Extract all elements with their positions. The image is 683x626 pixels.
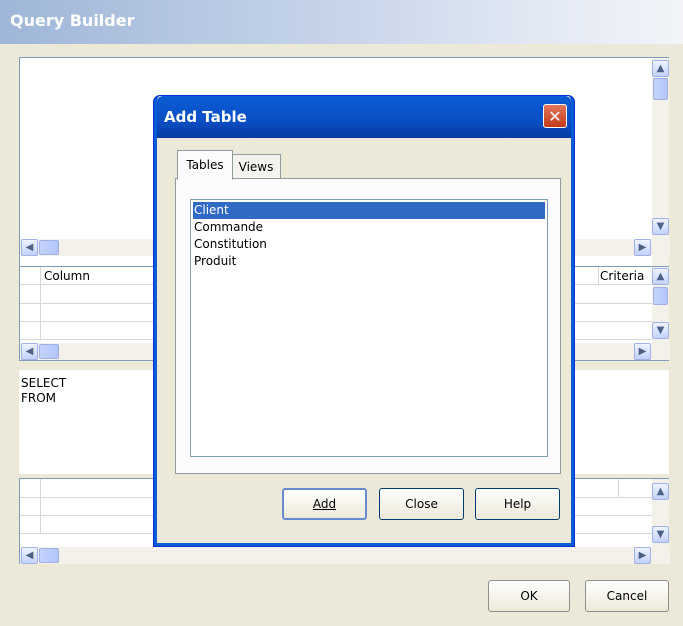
tab-views[interactable]: Views xyxy=(231,154,281,179)
criteria-header: Criteria xyxy=(600,269,645,283)
scroll-thumb[interactable] xyxy=(39,344,59,359)
scroll-up-icon[interactable]: ▲ xyxy=(652,268,669,285)
add-button-label: Add xyxy=(312,497,337,511)
scroll-left-icon[interactable]: ◀ xyxy=(21,239,38,256)
list-item[interactable]: Constitution xyxy=(193,236,545,253)
scroll-thumb[interactable] xyxy=(653,78,668,100)
scroll-thumb[interactable] xyxy=(653,287,668,305)
help-button-label: Help xyxy=(503,497,532,511)
column-header: Column xyxy=(44,269,90,283)
sql-from-line: FROM xyxy=(21,391,57,405)
scroll-left-icon[interactable]: ◀ xyxy=(21,343,38,360)
tab-tables-label: Tables xyxy=(186,158,224,172)
results-horizontal-scrollbar[interactable]: ◀ ▶ xyxy=(20,547,670,564)
tables-tab-page: Client Commande Constitution Produit xyxy=(175,178,561,474)
scroll-down-icon[interactable]: ▼ xyxy=(652,322,669,339)
scroll-thumb[interactable] xyxy=(39,240,59,255)
row-selector xyxy=(20,285,41,303)
window-titlebar: Query Builder xyxy=(0,0,683,44)
row-selector xyxy=(20,303,41,321)
scroll-thumb[interactable] xyxy=(39,548,59,563)
dialog-title: Add Table xyxy=(164,108,247,126)
ok-button[interactable]: OK xyxy=(488,580,570,612)
tables-listbox[interactable]: Client Commande Constitution Produit xyxy=(190,199,548,457)
tab-views-label: Views xyxy=(238,160,274,174)
tab-tables[interactable]: Tables xyxy=(177,150,233,180)
list-item[interactable]: Produit xyxy=(193,253,545,270)
list-item[interactable]: Commande xyxy=(193,219,545,236)
row-selector xyxy=(20,497,41,515)
grid-vertical-scrollbar[interactable]: ▲ ▼ xyxy=(652,267,669,343)
scroll-up-icon[interactable]: ▲ xyxy=(652,483,669,500)
add-table-dialog: Add Table ✕ Tables Views Client Commande… xyxy=(154,96,574,546)
window-title: Query Builder xyxy=(10,11,135,30)
dialog-titlebar: Add Table ✕ xyxy=(157,96,571,138)
dialog-tabs: Tables Views xyxy=(175,150,565,180)
close-button-label: Close xyxy=(405,497,438,511)
scroll-down-icon[interactable]: ▼ xyxy=(652,218,669,235)
column-divider xyxy=(597,267,599,284)
row-selector xyxy=(20,515,41,533)
row-selector xyxy=(20,321,41,339)
add-button[interactable]: Add xyxy=(282,488,367,520)
sql-select-line: SELECT xyxy=(21,376,67,390)
close-icon[interactable]: ✕ xyxy=(543,104,567,128)
scroll-right-icon[interactable]: ▶ xyxy=(634,547,651,564)
row-selector xyxy=(20,479,41,497)
list-item[interactable]: Client xyxy=(193,202,545,219)
scroll-up-icon[interactable]: ▲ xyxy=(652,60,669,77)
scroll-right-icon[interactable]: ▶ xyxy=(634,239,651,256)
results-vertical-scrollbar[interactable]: ▲ ▼ xyxy=(652,479,669,547)
close-button[interactable]: Close xyxy=(379,488,464,520)
scroll-down-icon[interactable]: ▼ xyxy=(652,526,669,543)
row-selector-header xyxy=(20,267,41,284)
help-button[interactable]: Help xyxy=(475,488,560,520)
scroll-left-icon[interactable]: ◀ xyxy=(21,547,38,564)
cancel-button[interactable]: Cancel xyxy=(585,580,669,612)
scroll-right-icon[interactable]: ▶ xyxy=(634,343,651,360)
column-divider xyxy=(617,479,619,497)
